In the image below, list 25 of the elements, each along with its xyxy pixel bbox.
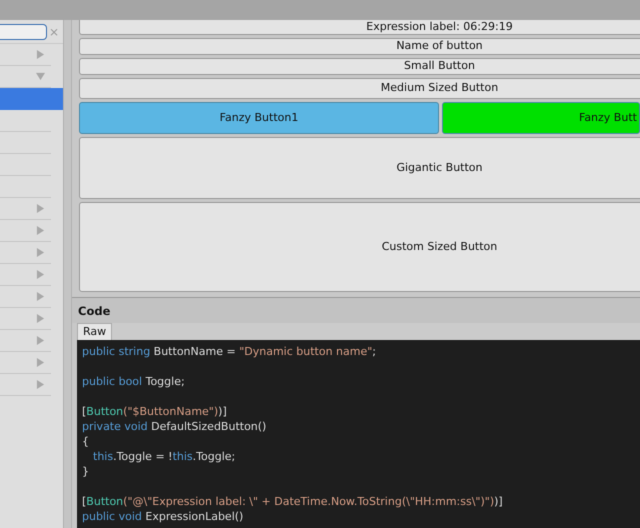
triangle-right-icon[interactable] xyxy=(36,50,45,59)
triangle-right-icon[interactable] xyxy=(36,248,45,257)
preview-button[interactable]: Small Button xyxy=(79,58,640,75)
preview-button[interactable]: Gigantic Button xyxy=(79,137,640,199)
triangle-right-icon[interactable] xyxy=(36,270,45,279)
code-block: public string ButtonName = "Dynamic button name"; public bool Toggle; [Button("$ButtonName"))] private void DefaultSizedButton() { this.Toggle = !this.Toggle; } [Button("@\"Expression label: \" + DateTime.Now.ToString(\"HH:mm:ss\")"))] public void ExpressionLabel() xyxy=(77,340,640,528)
triangle-right-icon[interactable] xyxy=(36,204,45,213)
triangle-right-icon[interactable] xyxy=(36,314,45,323)
preview-button[interactable]: Name of button xyxy=(79,38,640,55)
preview-button[interactable]: Expression label: 06:29:19 xyxy=(79,20,640,35)
tab[interactable]: Raw xyxy=(77,322,112,340)
triangle-down-icon[interactable] xyxy=(36,72,45,81)
preview-button[interactable]: Custom Sized Button xyxy=(79,202,640,292)
preview-button[interactable]: Fanzy Butt xyxy=(442,102,640,134)
triangle-right-icon[interactable] xyxy=(36,226,45,235)
triangle-right-icon[interactable] xyxy=(36,380,45,389)
triangle-right-icon[interactable] xyxy=(36,336,45,345)
preview-button[interactable]: Fanzy Button1 xyxy=(79,102,439,134)
preview-button[interactable]: Medium Sized Button xyxy=(79,78,640,99)
triangle-right-icon[interactable] xyxy=(36,292,45,301)
section-title: Code xyxy=(78,303,110,320)
search-field[interactable] xyxy=(0,24,47,40)
splitter-handle[interactable] xyxy=(63,20,72,528)
sidebar-item[interactable] xyxy=(0,88,63,110)
triangle-right-icon[interactable] xyxy=(36,358,45,367)
